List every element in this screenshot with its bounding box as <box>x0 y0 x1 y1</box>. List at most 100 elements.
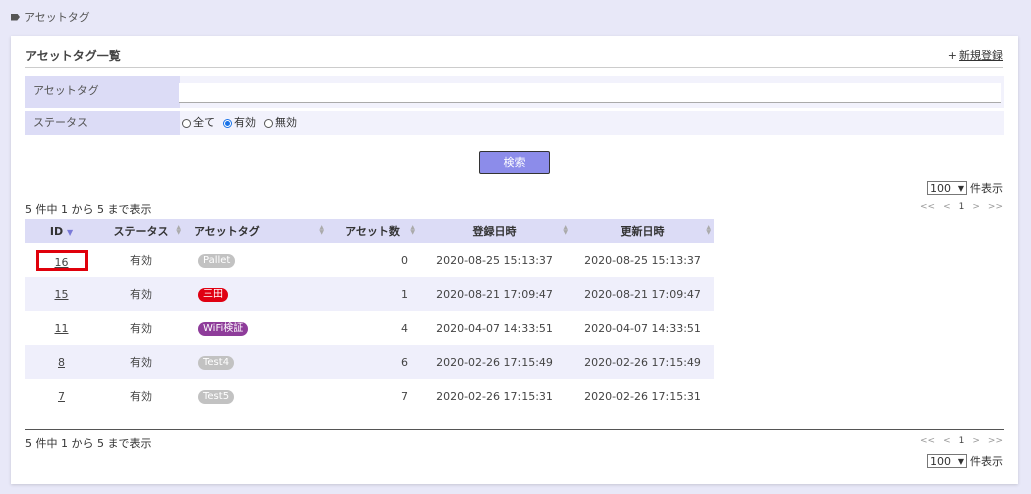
sort-desc-icon: ▼ <box>66 227 74 237</box>
id-cell: 15 <box>25 277 98 311</box>
tag-icon <box>11 13 20 21</box>
radio-inactive-icon[interactable] <box>264 118 273 128</box>
id-link[interactable]: 7 <box>58 390 65 403</box>
count-cell: 4 <box>401 321 408 335</box>
status-radio-all[interactable]: 全て <box>182 111 215 135</box>
pager-last[interactable]: >> <box>988 436 1003 446</box>
count-cell: 1 <box>401 287 408 301</box>
id-link[interactable]: 11 <box>55 322 69 335</box>
new-register-label[interactable]: 新規登録 <box>959 49 1003 62</box>
status-cell: 有効 <box>130 390 152 403</box>
id-link[interactable]: 15 <box>55 288 69 301</box>
table-row[interactable]: 7 有効 Test5 7 2020-02-26 17:15:31 2020-02… <box>25 379 714 413</box>
pager-page[interactable]: 1 <box>959 436 965 446</box>
header-count[interactable]: アセット数 ▲ ▼ <box>327 219 418 243</box>
radio-active-icon[interactable] <box>223 118 232 128</box>
id-link[interactable]: 8 <box>58 356 65 369</box>
tag-badge: Test5 <box>198 389 235 404</box>
asset-tag-filter-label: アセットタグ <box>25 76 180 108</box>
status-filter-row: ステータス 全て 有効 無効 <box>25 111 1004 135</box>
title-divider <box>25 67 1003 68</box>
pager-prev[interactable]: < <box>943 436 951 446</box>
id-cell: 7 <box>25 379 98 413</box>
header-id[interactable]: ID ▼ <box>25 219 98 243</box>
updated-cell: 2020-08-21 17:09:47 <box>584 287 701 301</box>
table-row[interactable]: 16 有効 Pallet 0 2020-08-25 15:13:37 2020-… <box>25 243 714 277</box>
asset-tag-table: ID ▼ ステータス ▲ ▼ アセットタグ ▲ ▼ アセット数 ▲ ▼ 登録日時 ▲ ▼ 更新日… <box>25 219 714 413</box>
table-row[interactable]: 15 有効 三田 1 2020-08-21 17:09:47 2020-08-2… <box>25 277 714 311</box>
tag-badge: WiFi検証 <box>198 321 249 336</box>
status-radio-group: 全て 有効 無効 <box>182 111 297 135</box>
id-link[interactable]: 16 <box>55 256 69 269</box>
id-cell: 11 <box>25 311 98 345</box>
updated-cell: 2020-08-25 15:13:37 <box>584 253 701 267</box>
header-updated-label: 更新日時 <box>620 225 665 238</box>
asset-tag-filter-row: アセットタグ <box>25 76 1004 108</box>
pager-first[interactable]: << <box>920 436 935 446</box>
table-row[interactable]: 8 有効 Test4 6 2020-02-26 17:15:49 2020-02… <box>25 345 714 379</box>
breadcrumb: アセットタグ <box>11 9 90 25</box>
highlight-box: 16 <box>35 249 88 271</box>
pager-first[interactable]: << <box>920 202 935 212</box>
asset-tag-list-panel: アセットタグ一覧 + 新規登録 アセットタグ ステータス 全て 有効 無効 検索 … <box>11 36 1018 484</box>
page-size-select-bottom[interactable]: 100 ▼ <box>927 454 967 468</box>
status-radio-all-label: 全て <box>193 116 215 129</box>
tag-cell: 三田 <box>184 277 327 311</box>
page-size-value: 100 <box>930 181 951 195</box>
created-cell: 2020-02-26 17:15:49 <box>436 355 553 369</box>
pager-prev[interactable]: < <box>943 202 951 212</box>
table-row[interactable]: 11 有効 WiFi検証 4 2020-04-07 14:33:51 2020-… <box>25 311 714 345</box>
asset-tag-input[interactable] <box>179 83 1001 103</box>
radio-all-icon[interactable] <box>182 118 191 128</box>
page-size-top: 100 ▼ 件表示 <box>927 180 1003 196</box>
pager-page[interactable]: 1 <box>959 202 965 212</box>
sort-icon: ▲ ▼ <box>176 224 181 236</box>
table-header-row: ID ▼ ステータス ▲ ▼ アセットタグ ▲ ▼ アセット数 ▲ ▼ 登録日時 ▲ ▼ 更新日… <box>25 219 714 243</box>
header-status[interactable]: ステータス ▲ ▼ <box>98 219 184 243</box>
created-cell: 2020-02-26 17:15:31 <box>436 389 553 403</box>
tag-badge: Pallet <box>198 253 236 268</box>
status-radio-active-label: 有効 <box>234 116 256 129</box>
header-created[interactable]: 登録日時 ▲ ▼ <box>418 219 571 243</box>
id-cell: 8 <box>25 345 98 379</box>
status-cell: 有効 <box>130 356 152 369</box>
status-radio-inactive-label: 無効 <box>275 116 297 129</box>
header-updated[interactable]: 更新日時 ▲ ▼ <box>571 219 714 243</box>
status-radio-active[interactable]: 有効 <box>223 111 256 135</box>
result-count-bottom: 5 件中 1 から 5 まで表示 <box>25 437 152 450</box>
status-cell: 有効 <box>130 288 152 301</box>
table-bottom-divider <box>25 429 1004 430</box>
result-count-top: 5 件中 1 から 5 まで表示 <box>25 203 152 216</box>
new-register-link[interactable]: + 新規登録 <box>948 47 1003 63</box>
count-cell: 0 <box>401 253 408 267</box>
status-cell: 有効 <box>130 254 152 267</box>
search-button[interactable]: 検索 <box>479 151 550 174</box>
header-id-label: ID <box>49 224 64 238</box>
page-size-suffix: 件表示 <box>970 182 1003 195</box>
pager-next[interactable]: > <box>972 202 980 212</box>
pagination-bottom: << <1 > >> <box>912 436 1003 446</box>
tag-cell: Test5 <box>184 379 327 413</box>
updated-cell: 2020-04-07 14:33:51 <box>584 321 701 335</box>
page-title: アセットタグ一覧 <box>25 49 121 63</box>
plus-icon: + <box>947 49 957 62</box>
status-cell: 有効 <box>130 322 152 335</box>
count-cell: 7 <box>401 389 408 403</box>
count-cell: 6 <box>401 355 408 369</box>
updated-cell: 2020-02-26 17:15:31 <box>584 389 701 403</box>
page-size-suffix: 件表示 <box>970 455 1003 468</box>
pager-last[interactable]: >> <box>988 202 1003 212</box>
tag-badge: Test4 <box>198 355 235 370</box>
tag-badge: 三田 <box>198 287 228 302</box>
breadcrumb-label: アセットタグ <box>24 11 90 24</box>
sort-icon: ▲ ▼ <box>410 224 415 236</box>
header-tag-label: アセットタグ <box>194 225 260 238</box>
status-radio-inactive[interactable]: 無効 <box>264 111 297 135</box>
tag-cell: WiFi検証 <box>184 311 327 345</box>
chevron-down-icon: ▼ <box>957 183 964 193</box>
page-size-select-top[interactable]: 100 ▼ <box>927 181 967 195</box>
pager-next[interactable]: > <box>972 436 980 446</box>
chevron-down-icon: ▼ <box>957 456 964 466</box>
header-tag[interactable]: アセットタグ ▲ ▼ <box>184 219 327 243</box>
sort-icon: ▲ ▼ <box>319 224 324 236</box>
